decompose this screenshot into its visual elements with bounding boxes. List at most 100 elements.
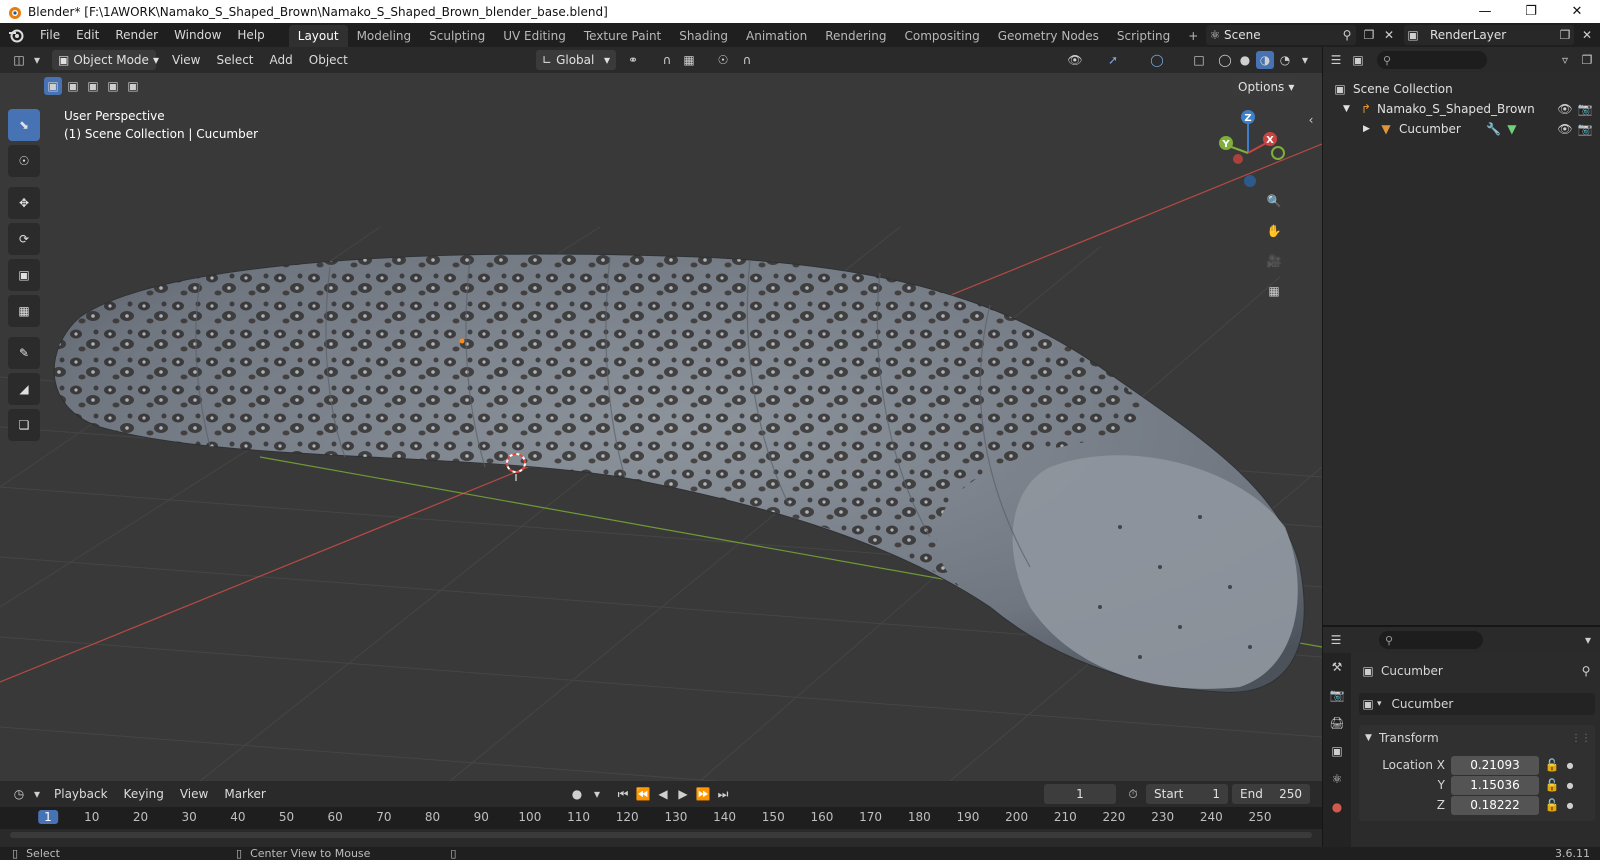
tab-compositing[interactable]: Compositing xyxy=(895,25,988,47)
select-invert-icon[interactable]: ▣ xyxy=(104,77,122,95)
scene-tab-icon[interactable]: ⚛ xyxy=(1323,765,1351,793)
tab-rendering[interactable]: Rendering xyxy=(816,25,895,47)
modifier-wrench-icon[interactable]: 🔧 xyxy=(1485,120,1503,138)
snap-target-icon[interactable]: ▦ xyxy=(680,51,698,69)
chevron-down-icon[interactable]: ▾ xyxy=(1296,51,1314,69)
expand-arrow-icon[interactable]: ▼ xyxy=(1343,104,1357,114)
select-extend-icon[interactable]: ▣ xyxy=(64,77,82,95)
location-z-field[interactable]: 0.18222 xyxy=(1451,795,1539,815)
timeline-ruler[interactable]: 1 10 20 30 40 50 60 70 80 90 100 110 120 130 140 150 160… xyxy=(0,807,1322,829)
tab-layout[interactable]: Layout xyxy=(288,25,348,47)
tab-animation[interactable]: Animation xyxy=(737,25,816,47)
lock-icon[interactable]: 🔓 xyxy=(1543,756,1561,774)
end-frame-field[interactable]: End 250 xyxy=(1232,784,1310,804)
rendered-shading-icon[interactable]: ◔ xyxy=(1276,51,1294,69)
eye-icon[interactable]: 👁 xyxy=(1556,100,1574,118)
lock-icon[interactable]: 🔓 xyxy=(1543,796,1561,814)
object-datablock-field[interactable]: ▣ ▾ Cucumber xyxy=(1359,693,1595,715)
next-keyframe-icon[interactable]: ⏩ xyxy=(694,785,712,803)
world-tab-icon[interactable]: ● xyxy=(1323,793,1351,821)
maximize-button[interactable]: ❐ xyxy=(1508,0,1554,23)
timeline-scrollbar[interactable] xyxy=(10,832,1312,838)
tab-modeling[interactable]: Modeling xyxy=(348,25,421,47)
minimize-button[interactable]: — xyxy=(1462,0,1508,23)
pivot-point-icon[interactable]: ⚭ xyxy=(624,51,642,69)
properties-search-input[interactable]: ⚲ xyxy=(1379,631,1483,649)
keyframe-dot-icon[interactable]: ● xyxy=(1561,796,1579,814)
outliner-scene-collection[interactable]: ▣ Scene Collection xyxy=(1323,79,1600,99)
tab-uv-editing[interactable]: UV Editing xyxy=(494,25,575,47)
rotate-tool[interactable]: ⟳ xyxy=(8,223,40,255)
tl-menu-marker[interactable]: Marker xyxy=(216,787,273,801)
select-intersect-icon[interactable]: ▣ xyxy=(124,77,142,95)
vp-menu-select[interactable]: Select xyxy=(208,53,261,67)
select-new-icon[interactable]: ▣ xyxy=(44,77,62,95)
editor-type-icon[interactable]: ◫ xyxy=(10,51,28,69)
mode-dropdown[interactable]: ▣ Object Mode ▾ xyxy=(52,50,159,70)
tab-scripting[interactable]: Scripting xyxy=(1108,25,1179,47)
camera-view-icon[interactable]: 🎥 xyxy=(1262,249,1286,273)
chevron-down-icon[interactable]: ▾ xyxy=(28,785,46,803)
transform-panel-header[interactable]: ▼ Transform ⋮⋮ xyxy=(1365,729,1591,747)
pin-icon[interactable]: ⚲ xyxy=(1338,26,1356,44)
location-x-field[interactable]: 0.21093 xyxy=(1451,755,1539,775)
zoom-icon[interactable]: 🔍 xyxy=(1262,189,1286,213)
play-reverse-icon[interactable]: ◀ xyxy=(654,785,672,803)
vp-menu-view[interactable]: View xyxy=(164,53,208,67)
vp-menu-object[interactable]: Object xyxy=(301,53,356,67)
eye-icon[interactable]: 👁 xyxy=(1556,120,1574,138)
menu-window[interactable]: Window xyxy=(166,23,229,47)
ortho-grid-icon[interactable]: ▦ xyxy=(1262,279,1286,303)
xray-icon[interactable]: □ xyxy=(1190,51,1208,69)
add-workspace-icon[interactable]: + xyxy=(1179,25,1207,47)
new-scene-icon[interactable]: ❐ xyxy=(1360,26,1378,44)
tab-texture-paint[interactable]: Texture Paint xyxy=(575,25,670,47)
properties-editor-icon[interactable]: ☰ xyxy=(1327,631,1345,649)
camera-icon[interactable]: 📷 xyxy=(1576,100,1594,118)
current-frame-field[interactable]: 1 xyxy=(1044,784,1116,804)
menu-render[interactable]: Render xyxy=(107,23,166,47)
falloff-icon[interactable]: ∩ xyxy=(738,51,756,69)
lock-icon[interactable]: 🔓 xyxy=(1543,776,1561,794)
menu-edit[interactable]: Edit xyxy=(68,23,107,47)
annotate-tool[interactable]: ✎ xyxy=(8,337,40,369)
chevron-down-icon[interactable]: ▾ xyxy=(588,785,606,803)
transform-orientation-dropdown[interactable]: ∟ Global ▾ xyxy=(536,50,616,70)
select-subtract-icon[interactable]: ▣ xyxy=(84,77,102,95)
tl-menu-keying[interactable]: Keying xyxy=(116,787,172,801)
tl-menu-playback[interactable]: Playback xyxy=(46,787,116,801)
auto-keying-icon[interactable]: ● xyxy=(568,785,586,803)
drag-handle-icon[interactable]: ⋮⋮ xyxy=(1571,733,1591,744)
outliner-editor-icon[interactable]: ☰ xyxy=(1327,51,1345,69)
tab-geometry-nodes[interactable]: Geometry Nodes xyxy=(989,25,1108,47)
navigation-gizmo[interactable]: Z X Y xyxy=(1214,109,1294,199)
visibility-icon[interactable]: 👁 xyxy=(1066,51,1084,69)
start-frame-field[interactable]: Start 1 xyxy=(1146,784,1228,804)
proportional-edit-icon[interactable]: ☉ xyxy=(714,51,732,69)
chevron-down-icon[interactable]: ▾ xyxy=(28,51,46,69)
new-view-layer-icon[interactable]: ❐ xyxy=(1556,26,1574,44)
new-collection-icon[interactable]: ❐ xyxy=(1578,51,1596,69)
stopwatch-icon[interactable]: ⏱ xyxy=(1124,785,1142,803)
cursor-tool[interactable]: ☉ xyxy=(8,145,40,177)
measure-tool[interactable]: ◢ xyxy=(8,373,40,405)
pan-hand-icon[interactable]: ✋ xyxy=(1262,219,1286,243)
select-box-tool[interactable]: ⬊ xyxy=(8,109,40,141)
scene-selector[interactable]: ⚛ Scene ⚲ xyxy=(1206,25,1356,45)
expand-arrow-icon[interactable]: ▶ xyxy=(1363,124,1377,134)
outliner-object-row[interactable]: ▶ ▼ Cucumber 🔧 ▼ 👁 📷 xyxy=(1323,119,1600,139)
blender-menu-icon[interactable] xyxy=(0,27,32,43)
location-y-field[interactable]: 1.15036 xyxy=(1451,775,1539,795)
vp-menu-add[interactable]: Add xyxy=(262,53,301,67)
render-tab-icon[interactable]: 📷 xyxy=(1323,681,1351,709)
mesh-data-icon[interactable]: ▼ xyxy=(1503,120,1521,138)
3d-viewport[interactable]: ◫ ▾ ▣ Object Mode ▾ View Select Add Obje… xyxy=(0,47,1322,781)
delete-view-layer-icon[interactable]: ✕ xyxy=(1578,26,1596,44)
tl-menu-view[interactable]: View xyxy=(172,787,216,801)
gizmo-toggle-icon[interactable]: ➚ xyxy=(1104,51,1122,69)
play-icon[interactable]: ▶ xyxy=(674,785,692,803)
menu-file[interactable]: File xyxy=(32,23,68,47)
camera-icon[interactable]: 📷 xyxy=(1576,120,1594,138)
jump-start-icon[interactable]: ⏮ xyxy=(614,785,632,803)
move-tool[interactable]: ✥ xyxy=(8,187,40,219)
